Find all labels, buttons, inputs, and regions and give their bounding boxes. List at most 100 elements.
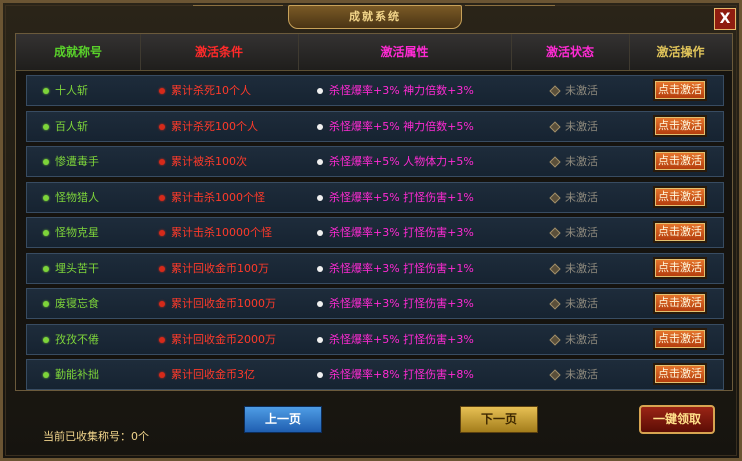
activation-condition-text: 累计击杀10000个怪 xyxy=(171,226,272,239)
activation-status: 未激活 xyxy=(549,147,631,176)
activation-condition-text: 累计回收金币3亿 xyxy=(171,368,255,381)
activation-status: 未激活 xyxy=(549,360,631,389)
activation-attribute-text: 杀怪爆率+5% 打怪伤害+1% xyxy=(329,190,474,204)
achievement-table: 成就称号 激活条件 激活属性 激活状态 激活操作 十人斩 累计杀死10个人 杀怪爆率… xyxy=(15,33,733,391)
achievement-title-text: 怪物猎人 xyxy=(55,190,99,204)
achievement-title-text: 惨遭毒手 xyxy=(55,155,99,168)
activation-status: 未激活 xyxy=(549,325,631,354)
title-ornament-left xyxy=(193,5,283,30)
activation-status-text: 未激活 xyxy=(565,155,598,168)
activation-attribute: 杀怪爆率+8% 打怪伤害+8% xyxy=(317,360,517,389)
activation-condition-text: 累计回收金币2000万 xyxy=(171,332,276,346)
activation-status: 未激活 xyxy=(549,112,631,141)
activation-condition: 累计击杀1000个怪 xyxy=(159,183,309,212)
table-row: 百人斩 累计杀死100个人 杀怪爆率+5% 神力倍数+5% 未激活 点击激活 xyxy=(26,110,724,142)
bullet-icon xyxy=(43,159,49,165)
activation-status-text: 未激活 xyxy=(565,84,598,97)
bullet-icon xyxy=(159,301,165,307)
bullet-icon xyxy=(43,123,49,130)
activate-button[interactable]: 点击激活 xyxy=(653,79,707,101)
activation-status: 未激活 xyxy=(549,183,631,212)
achievement-title-text: 埋头苦干 xyxy=(55,261,99,275)
bullet-icon xyxy=(317,194,323,201)
activation-attribute-text: 杀怪爆率+5% 打怪伤害+3% xyxy=(329,332,474,346)
bullet-icon xyxy=(159,88,165,94)
activation-status-text: 未激活 xyxy=(565,190,598,204)
table-header: 成就称号 激活条件 激活属性 激活状态 激活操作 xyxy=(16,34,732,71)
activation-condition: 累计击杀10000个怪 xyxy=(159,218,309,247)
activation-status-text: 未激活 xyxy=(565,226,598,239)
activation-attribute: 杀怪爆率+5% 人物体力+5% xyxy=(317,147,517,176)
activation-condition: 累计回收金币100万 xyxy=(159,254,309,283)
achievement-title: 十人斩 xyxy=(43,76,143,105)
bullet-icon xyxy=(43,372,49,378)
bullet-icon xyxy=(43,230,49,236)
bullet-icon xyxy=(317,372,323,378)
activation-condition: 累计回收金币1000万 xyxy=(159,289,309,318)
bullet-icon xyxy=(159,336,165,343)
activation-status-text: 未激活 xyxy=(565,297,598,310)
bullet-icon xyxy=(159,194,165,201)
next-page-button[interactable]: 下一页 xyxy=(460,406,538,433)
achievement-title-text: 怪物克星 xyxy=(55,226,99,239)
activation-attribute-text: 杀怪爆率+3% 打怪伤害+1% xyxy=(329,261,474,275)
bullet-icon xyxy=(43,301,49,307)
activation-attribute: 杀怪爆率+5% 打怪伤害+3% xyxy=(317,325,517,354)
activation-condition: 累计被杀100次 xyxy=(159,147,309,176)
activation-attribute-text: 杀怪爆率+3% 打怪伤害+3% xyxy=(329,226,474,239)
activate-button[interactable]: 点击激活 xyxy=(653,256,707,279)
bullet-icon xyxy=(317,301,323,307)
activation-status: 未激活 xyxy=(549,289,631,318)
activate-button[interactable]: 点击激活 xyxy=(653,221,707,243)
table-row: 孜孜不倦 累计回收金币2000万 杀怪爆率+5% 打怪伤害+3% 未激活 点击激活 xyxy=(26,323,724,355)
activation-attribute-text: 杀怪爆率+5% 人物体力+5% xyxy=(329,155,474,168)
activation-status-text: 未激活 xyxy=(565,332,598,346)
activation-attribute: 杀怪爆率+3% 打怪伤害+3% xyxy=(317,289,517,318)
achievement-title: 惨遭毒手 xyxy=(43,147,143,176)
achievement-title-text: 废寝忘食 xyxy=(55,297,99,310)
diamond-icon xyxy=(549,120,561,133)
activate-button[interactable]: 点击激活 xyxy=(653,327,707,350)
activation-status: 未激活 xyxy=(549,254,631,283)
achievement-title: 怪物猎人 xyxy=(43,183,143,212)
achievement-title-text: 勤能补拙 xyxy=(55,368,99,381)
activation-status: 未激活 xyxy=(549,218,631,247)
achievement-title-text: 十人斩 xyxy=(55,84,88,97)
diamond-icon xyxy=(549,227,561,239)
activation-condition-text: 累计击杀1000个怪 xyxy=(171,190,265,204)
activate-button[interactable]: 点击激活 xyxy=(653,363,707,385)
bullet-icon xyxy=(43,265,49,272)
activate-button[interactable]: 点击激活 xyxy=(653,114,707,137)
activate-button[interactable]: 点击激活 xyxy=(653,185,707,208)
achievement-window: 成就系统 X 成就称号 激活条件 激活属性 激活状态 激活操作 十人斩 累计杀死1… xyxy=(0,0,742,461)
bullet-icon xyxy=(317,336,323,343)
bullet-icon xyxy=(317,159,323,165)
bullet-icon xyxy=(159,123,165,130)
diamond-icon xyxy=(549,298,561,310)
prev-page-button[interactable]: 上一页 xyxy=(244,406,322,433)
activation-attribute-text: 杀怪爆率+5% 神力倍数+5% xyxy=(329,119,474,133)
column-header-action: 激活操作 xyxy=(656,45,705,59)
activation-condition-text: 累计回收金币1000万 xyxy=(171,297,276,310)
achievement-title: 埋头苦干 xyxy=(43,254,143,283)
claim-all-button[interactable]: 一键领取 xyxy=(639,405,715,434)
diamond-icon xyxy=(549,262,561,275)
activation-condition: 累计杀死100个人 xyxy=(159,112,309,141)
diamond-icon xyxy=(549,369,561,381)
activation-attribute-text: 杀怪爆率+3% 神力倍数+3% xyxy=(329,84,474,97)
table-row: 勤能补拙 累计回收金币3亿 杀怪爆率+8% 打怪伤害+8% 未激活 点击激活 xyxy=(26,359,724,390)
close-button[interactable]: X xyxy=(714,8,736,30)
diamond-icon xyxy=(549,156,561,168)
activate-button[interactable]: 点击激活 xyxy=(653,150,707,172)
activation-attribute: 杀怪爆率+5% 打怪伤害+1% xyxy=(317,183,517,212)
achievement-title: 勤能补拙 xyxy=(43,360,143,389)
activation-status: 未激活 xyxy=(549,76,631,105)
activation-status-text: 未激活 xyxy=(565,119,598,133)
bullet-icon xyxy=(159,372,165,378)
bullet-icon xyxy=(43,336,49,343)
activate-button[interactable]: 点击激活 xyxy=(653,292,707,314)
bullet-icon xyxy=(159,230,165,236)
table-row: 惨遭毒手 累计被杀100次 杀怪爆率+5% 人物体力+5% 未激活 点击激活 xyxy=(26,146,724,177)
activation-status-text: 未激活 xyxy=(565,261,598,275)
activation-attribute: 杀怪爆率+3% 打怪伤害+3% xyxy=(317,218,517,247)
